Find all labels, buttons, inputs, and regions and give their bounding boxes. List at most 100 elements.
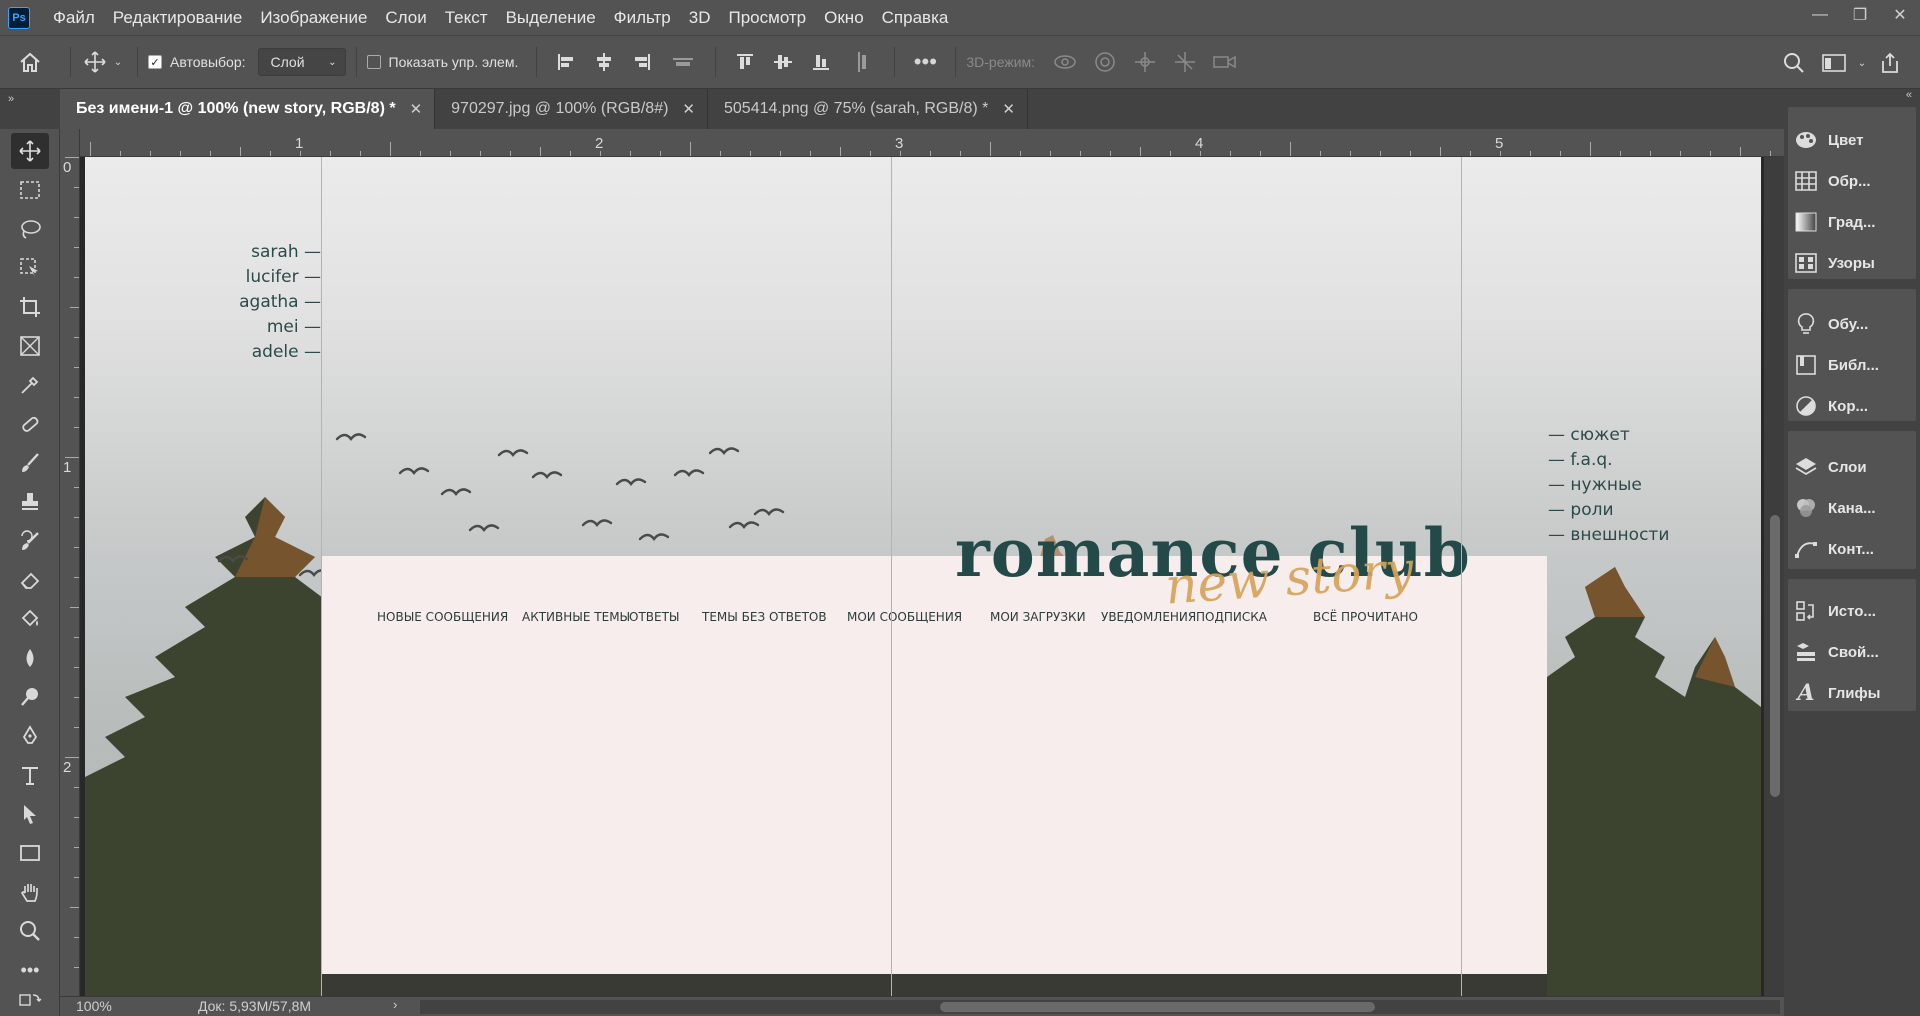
align-vcenter-icon[interactable] [764, 52, 802, 72]
panel-patterns[interactable]: Узоры [1788, 243, 1916, 283]
scrollbar-thumb[interactable] [1770, 515, 1780, 797]
menu-select[interactable]: Выделение [497, 8, 605, 28]
close-tab-icon[interactable]: ✕ [1002, 100, 1015, 118]
nav-link-faq[interactable]: — f.a.q. [1548, 448, 1698, 473]
distribute-vertical-icon[interactable] [840, 51, 884, 73]
guide-line[interactable] [321, 157, 322, 996]
forum-link-notifications[interactable]: УВЕДОМЛЕНИЯ [1101, 610, 1196, 624]
pen-tool-icon[interactable] [11, 718, 49, 754]
rectangle-tool-icon[interactable] [11, 835, 49, 871]
move-tool-icon[interactable] [11, 133, 49, 169]
panel-gradients[interactable]: Град... [1788, 202, 1916, 242]
panel-channels[interactable]: Кана... [1788, 488, 1916, 528]
forum-link-subscription[interactable]: ПОДПИСКА [1196, 610, 1267, 624]
nav-link-agatha[interactable]: agatha — [201, 290, 321, 315]
crop-tool-icon[interactable] [11, 289, 49, 325]
forum-link-my-uploads[interactable]: МОИ ЗАГРУЗКИ [990, 610, 1086, 624]
healing-brush-icon[interactable] [11, 406, 49, 442]
tab-document-2[interactable]: 970297.jpg @ 100% (RGB/8#) ✕ [435, 89, 708, 129]
panel-color[interactable]: Цвет [1788, 120, 1916, 160]
align-hcenter-icon[interactable] [585, 52, 623, 72]
guide-line[interactable] [1461, 157, 1462, 996]
close-tab-icon[interactable]: ✕ [410, 100, 423, 118]
guide-line[interactable] [891, 157, 892, 996]
nav-link-adele[interactable]: adele — [201, 340, 321, 365]
type-tool-icon[interactable] [11, 757, 49, 793]
zoom-tool-icon[interactable] [11, 913, 49, 949]
forum-link-new-posts[interactable]: НОВЫЕ СООБЩЕНИЯ [377, 610, 508, 624]
align-right-icon[interactable] [623, 52, 661, 72]
align-bottom-icon[interactable] [802, 52, 840, 72]
nav-link-plot[interactable]: — сюжет [1548, 423, 1698, 448]
forum-link-my-posts[interactable]: МОИ СООБЩЕНИЯ [847, 610, 962, 624]
forum-link-active-topics[interactable]: АКТИВНЫЕ ТЕМЫ [522, 610, 630, 624]
align-top-icon[interactable] [726, 52, 764, 72]
path-select-icon[interactable] [11, 796, 49, 832]
tab-document-1[interactable]: Без имени-1 @ 100% (new story, RGB/8) * … [60, 89, 436, 129]
show-controls-checkbox[interactable] [366, 55, 381, 69]
menu-window[interactable]: Окно [815, 8, 873, 28]
roll-3d-icon[interactable] [1085, 51, 1125, 73]
status-menu-arrow-icon[interactable]: › [393, 997, 397, 1012]
panel-properties[interactable]: Свой... [1788, 632, 1916, 672]
autoselect-checkbox[interactable]: ✓ [148, 55, 162, 69]
chevron-down-icon[interactable]: ⌄ [1854, 58, 1870, 69]
close-tab-icon[interactable]: ✕ [682, 100, 695, 118]
workspace-icon[interactable] [1814, 53, 1854, 73]
vertical-scrollbar[interactable] [1764, 157, 1784, 996]
tab-document-3[interactable]: 505414.png @ 75% (sarah, RGB/8) * ✕ [708, 89, 1028, 129]
forum-link-unanswered[interactable]: ТЕМЫ БЕЗ ОТВЕТОВ [702, 610, 827, 624]
pan-3d-icon[interactable] [1125, 51, 1165, 73]
marquee-tool-icon[interactable] [11, 172, 49, 208]
more-options-icon[interactable]: ••• [905, 49, 945, 75]
collapse-panels-icon[interactable]: « [1784, 89, 1920, 109]
swap-colors-icon[interactable] [11, 989, 49, 1013]
chevron-down-icon[interactable]: ⌄ [109, 57, 127, 68]
nav-link-sarah[interactable]: sarah — [201, 240, 321, 265]
slide-3d-icon[interactable] [1165, 51, 1205, 73]
more-tools-icon[interactable]: ••• [11, 952, 49, 988]
nav-link-mei[interactable]: mei — [201, 315, 321, 340]
document-canvas[interactable]: sarah — lucifer — agatha — mei — adele —… [85, 157, 1761, 996]
camera-3d-icon[interactable] [1205, 53, 1245, 71]
menu-filter[interactable]: Фильтр [605, 8, 680, 28]
menu-edit[interactable]: Редактирование [104, 8, 252, 28]
panel-swatches[interactable]: Обр... [1788, 161, 1916, 201]
brush-tool-icon[interactable] [11, 445, 49, 481]
eraser-tool-icon[interactable] [11, 562, 49, 598]
history-brush-icon[interactable] [11, 523, 49, 559]
paint-bucket-icon[interactable] [11, 601, 49, 637]
eyedropper-tool-icon[interactable] [11, 367, 49, 403]
share-icon[interactable] [1870, 52, 1910, 74]
lasso-tool-icon[interactable] [11, 211, 49, 247]
frame-tool-icon[interactable] [11, 328, 49, 364]
dodge-tool-icon[interactable] [11, 679, 49, 715]
menu-image[interactable]: Изображение [251, 8, 376, 28]
forum-link-mark-all-read[interactable]: ВСЁ ПРОЧИТАНО [1313, 610, 1418, 624]
close-icon[interactable]: ✕ [1880, 0, 1920, 30]
menu-layers[interactable]: Слои [376, 8, 435, 28]
panel-libraries[interactable]: Библ... [1788, 345, 1916, 385]
stamp-tool-icon[interactable] [11, 484, 49, 520]
ruler-horizontal[interactable]: 1 2 3 4 5 6 [80, 129, 1784, 157]
minimize-icon[interactable]: — [1800, 0, 1840, 30]
forum-link-replies[interactable]: ОТВЕТЫ [629, 610, 680, 624]
scrollbar-thumb[interactable] [940, 1002, 1375, 1012]
menu-view[interactable]: Просмотр [720, 8, 816, 28]
hand-tool-icon[interactable] [11, 874, 49, 910]
horizontal-scrollbar[interactable] [420, 1000, 1780, 1014]
menu-3d[interactable]: 3D [680, 8, 720, 28]
menu-text[interactable]: Текст [436, 8, 497, 28]
layer-select[interactable]: Слой ⌄ [257, 48, 346, 76]
nav-link-lucifer[interactable]: lucifer — [201, 265, 321, 290]
align-left-icon[interactable] [547, 52, 585, 72]
nav-link-wanted[interactable]: — нужные [1548, 473, 1698, 498]
restore-icon[interactable]: ❐ [1840, 0, 1880, 30]
zoom-level[interactable]: 100% [76, 998, 112, 1014]
panel-learn[interactable]: Обу... [1788, 304, 1916, 344]
nav-link-appearances[interactable]: — внешности [1548, 523, 1698, 548]
search-icon[interactable] [1774, 52, 1814, 74]
menu-help[interactable]: Справка [873, 8, 958, 28]
object-select-tool-icon[interactable] [11, 250, 49, 286]
ruler-vertical[interactable]: 0 1 2 [60, 129, 80, 996]
